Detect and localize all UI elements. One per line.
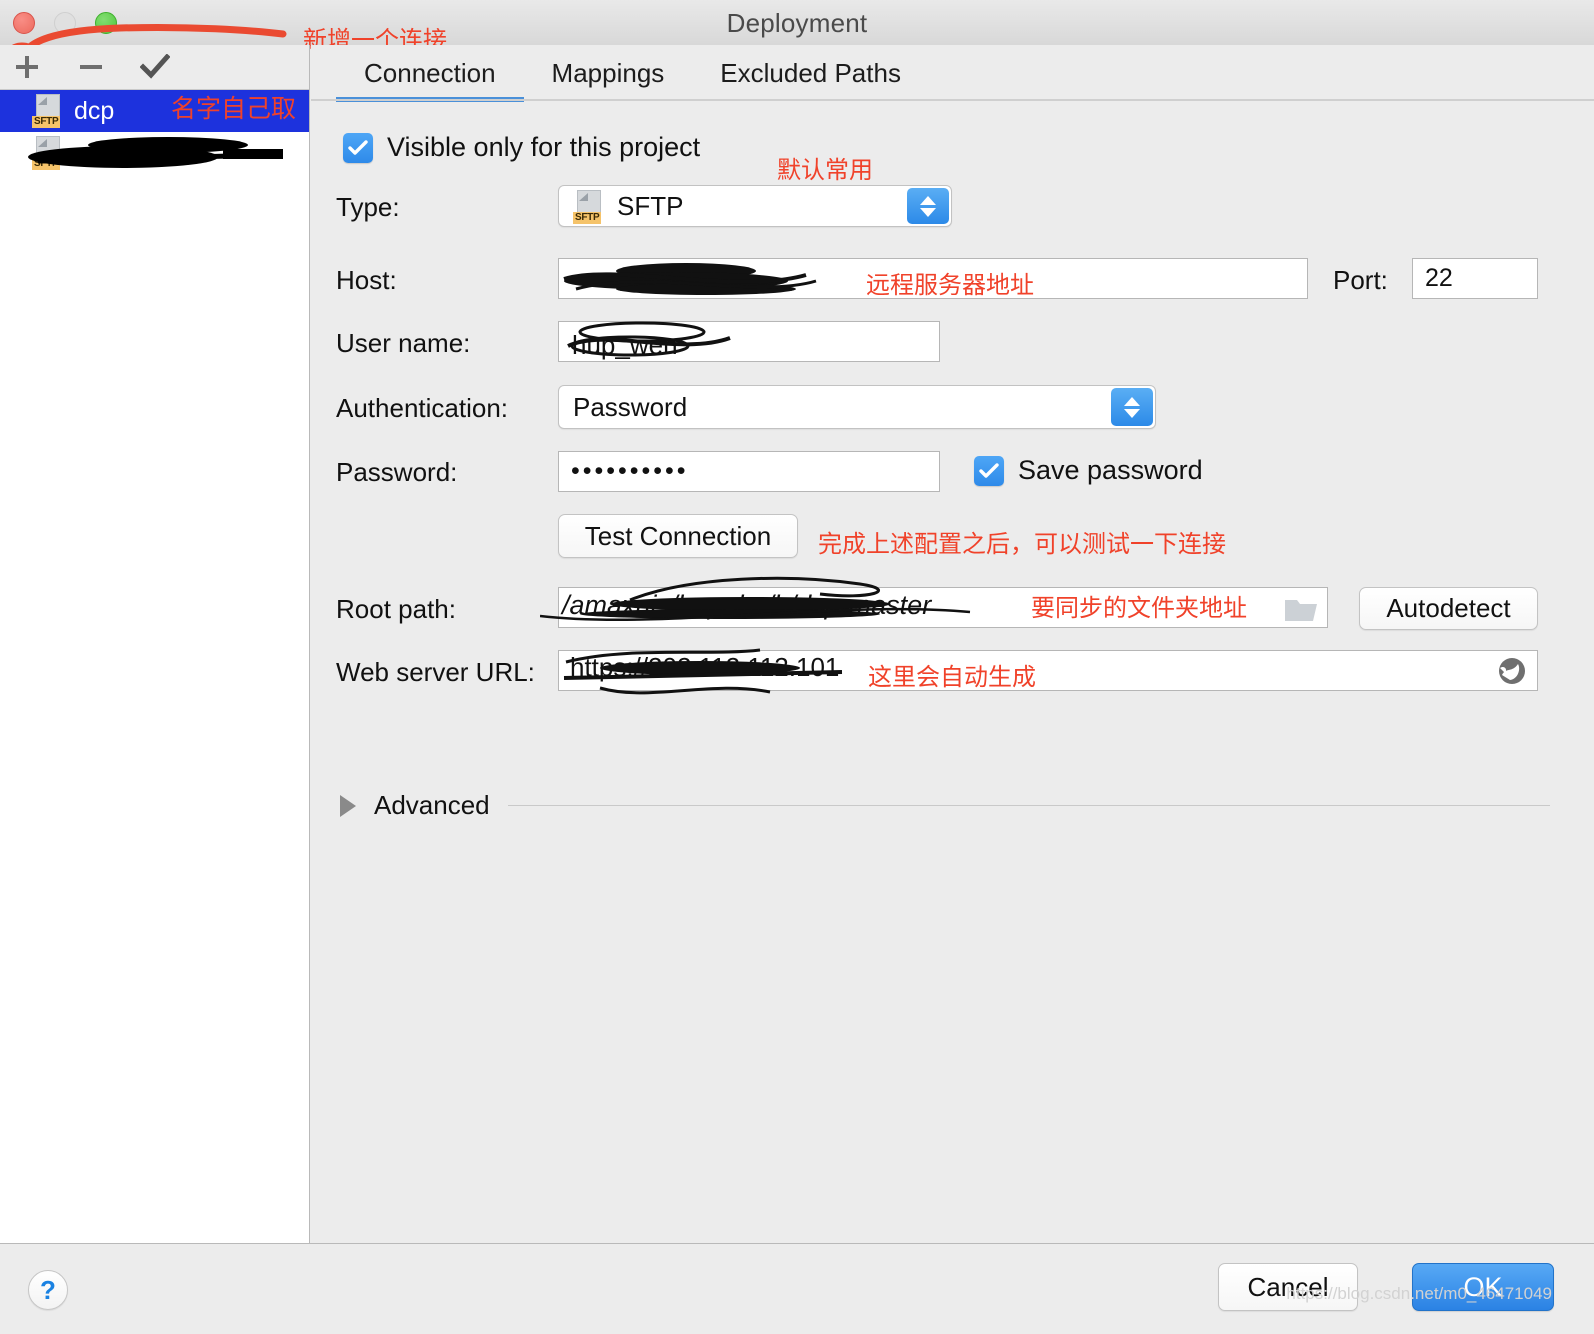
port-label: Port: <box>1333 265 1388 295</box>
list-item-label: dcp <box>74 96 115 125</box>
authentication-label: Authentication: <box>336 393 509 423</box>
tab-connection[interactable]: Connection <box>336 45 524 102</box>
connection-panel: Connection Mappings Excluded Paths <box>311 45 1594 1243</box>
type-label: Type: <box>336 192 400 222</box>
password-input-value: •••••••••• <box>571 457 689 485</box>
web-server-url-input[interactable] <box>558 650 1538 691</box>
autodetect-button[interactable]: Autodetect <box>1359 587 1538 630</box>
watermark: https://blog.csdn.net/m0_46471049 <box>1286 1284 1552 1303</box>
authentication-stepper[interactable] <box>1111 388 1153 426</box>
chevron-down-icon <box>1124 408 1140 418</box>
add-connection-button[interactable] <box>8 51 46 83</box>
type-stepper[interactable] <box>907 188 949 224</box>
deployment-dialog: Deployment 新增一个连接 SFTP dcp SFTP 名字自己取 Co… <box>0 0 1594 1334</box>
folder-icon[interactable] <box>1283 594 1319 624</box>
password-label: Password: <box>336 457 458 487</box>
globe-icon[interactable] <box>1496 655 1528 687</box>
username-input[interactable] <box>558 321 940 362</box>
autodetect-label: Autodetect <box>1386 593 1511 623</box>
visible-only-checkbox-row[interactable]: Visible only for this project <box>343 132 700 163</box>
sftp-icon: SFTP <box>573 190 605 224</box>
chevron-down-icon <box>920 207 936 217</box>
visible-only-checkbox[interactable] <box>343 132 373 163</box>
sftp-badge: SFTP <box>32 116 61 128</box>
authentication-select[interactable]: Password <box>558 385 1156 429</box>
annotation-name-it-yourself: 名字自己取 <box>171 94 297 123</box>
sftp-badge: SFTP <box>32 158 61 170</box>
window-title: Deployment <box>726 8 868 38</box>
sftp-icon: SFTP <box>32 136 64 170</box>
help-label: ? <box>40 1274 56 1305</box>
check-icon <box>348 139 368 155</box>
tab-excluded-paths-label: Excluded Paths <box>720 58 901 88</box>
chevron-up-icon <box>920 195 936 205</box>
annotation-test-after-config: 完成上述配置之后，可以测试一下连接 <box>818 530 1226 558</box>
tab-excluded-paths[interactable]: Excluded Paths <box>692 45 929 102</box>
help-button[interactable]: ? <box>28 1270 68 1310</box>
host-label: Host: <box>336 265 397 295</box>
sftp-badge: SFTP <box>573 212 602 224</box>
connections-sidebar: SFTP dcp SFTP <box>0 45 310 1243</box>
remove-connection-button[interactable] <box>72 51 110 83</box>
redaction-mark <box>28 137 283 168</box>
tab-mappings-label: Mappings <box>551 58 665 88</box>
annotation-auto-generated: 这里会自动生成 <box>868 663 1036 691</box>
annotation-folder-to-sync: 要同步的文件夹地址 <box>1031 594 1247 622</box>
chevron-up-icon <box>1124 396 1140 406</box>
port-input-value: 22 <box>1425 264 1453 292</box>
test-connection-label: Test Connection <box>584 520 772 551</box>
chevron-right-icon <box>340 794 356 817</box>
sftp-icon: SFTP <box>32 94 64 128</box>
check-icon <box>979 462 999 478</box>
root-path-label: Root path: <box>336 594 456 624</box>
annotation-remote-server-address: 远程服务器地址 <box>866 271 1034 299</box>
advanced-label: Advanced <box>374 790 490 820</box>
password-input[interactable]: •••••••••• <box>558 451 940 492</box>
title-bar: Deployment <box>0 0 1594 46</box>
tab-bar-divider <box>311 99 1594 101</box>
type-select-value: SFTP <box>617 190 684 221</box>
type-select[interactable]: SFTP SFTP <box>558 185 952 227</box>
minus-icon <box>80 65 102 69</box>
advanced-divider <box>507 805 1550 806</box>
port-input[interactable]: 22 <box>1412 258 1538 299</box>
web-server-url-label: Web server URL: <box>336 657 535 687</box>
tab-bar: Connection Mappings Excluded Paths <box>311 45 1594 102</box>
test-connection-button[interactable]: Test Connection <box>558 514 798 558</box>
save-password-label: Save password <box>1018 455 1203 485</box>
plus-icon <box>16 56 38 78</box>
annotation-default-common: 默认常用 <box>777 156 873 184</box>
set-default-button[interactable] <box>136 51 174 83</box>
sidebar-toolbar <box>0 45 309 90</box>
tab-connection-label: Connection <box>364 58 496 88</box>
list-item[interactable]: SFTP <box>0 132 309 174</box>
username-label: User name: <box>336 328 471 358</box>
visible-only-label: Visible only for this project <box>387 132 701 162</box>
save-password-checkbox-row[interactable]: Save password <box>974 455 1203 486</box>
advanced-section-header[interactable]: Advanced <box>340 790 1550 821</box>
check-icon <box>140 54 170 79</box>
authentication-select-value: Password <box>573 391 688 422</box>
save-password-checkbox[interactable] <box>974 455 1004 486</box>
tab-mappings[interactable]: Mappings <box>524 45 693 102</box>
